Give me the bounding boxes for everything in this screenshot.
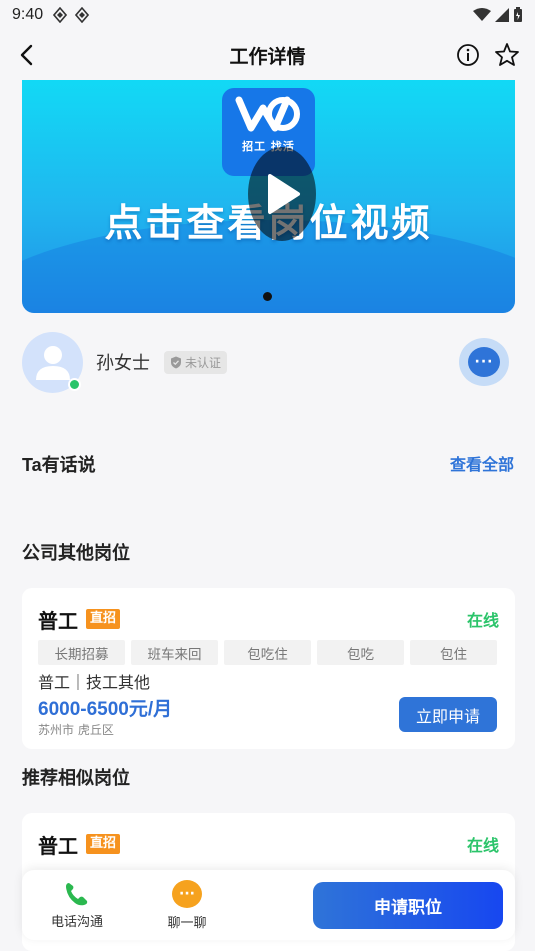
back-button[interactable]: [14, 41, 42, 69]
carousel-indicator: [263, 292, 272, 301]
online-status: 在线: [466, 613, 499, 630]
notification-icon: [75, 7, 90, 23]
company-jobs-title: 公司其他岗位: [22, 543, 130, 563]
favorite-button[interactable]: [493, 41, 521, 69]
job-tag: 包吃住: [224, 640, 311, 665]
job-location: 苏州市 虎丘区: [38, 723, 114, 737]
status-app-icons: [53, 7, 90, 23]
direct-hire-tag: 直招: [86, 609, 121, 629]
phone-icon: [66, 882, 88, 905]
job-tag: 班车来回: [131, 640, 218, 665]
play-button[interactable]: [248, 147, 316, 241]
job-tag: 包住: [410, 640, 497, 665]
chevron-left-icon: [20, 44, 33, 66]
verify-badge: 未认证: [164, 350, 228, 374]
info-icon: [457, 44, 479, 66]
job-title: 普工: [38, 836, 78, 858]
job-tag: 包吃: [317, 640, 404, 665]
job-tag: 长期招募: [38, 640, 125, 665]
ta-says-title: Ta有话说: [22, 455, 96, 475]
job-title: 普工: [38, 611, 78, 633]
avatar[interactable]: [22, 331, 83, 393]
chat-bubble-icon: ···: [172, 879, 202, 908]
job-card[interactable]: 普工 直招 在线 长期招募 班车来回 包吃住 包吃 包住 普工｜技工其他 600…: [22, 588, 515, 749]
wifi-icon: [473, 8, 491, 21]
see-all-link[interactable]: 查看全部: [450, 451, 514, 475]
shield-icon: [171, 356, 181, 368]
message-icon: ···: [468, 347, 500, 377]
phone-contact-label: 电话沟通: [50, 913, 103, 929]
battery-icon: [514, 7, 522, 22]
online-status-dot: [68, 377, 81, 391]
status-bar: 9:40: [0, 0, 535, 30]
chat-button[interactable]: ··· 聊一聊: [132, 879, 242, 931]
top-nav: 工作详情: [0, 32, 535, 78]
user-icon: [35, 346, 70, 380]
logo-mark-icon: [235, 96, 300, 132]
job-video-banner[interactable]: 招工 找活 点击查看岗位视频: [22, 80, 515, 313]
direct-hire-tag: 直招: [86, 834, 121, 854]
job-category: 普工｜技工其他: [38, 675, 151, 692]
job-salary: 6000-6500元/月: [38, 699, 173, 720]
play-circle: [248, 147, 316, 241]
play-icon: [268, 174, 300, 214]
verify-badge-label: 未认证: [185, 355, 222, 370]
notification-icon: [53, 7, 68, 23]
star-icon: [495, 43, 519, 66]
recruiter-row: 孙女士 未认证 ···: [22, 331, 515, 393]
message-button[interactable]: ···: [459, 338, 509, 386]
bottom-action-bar: 电话沟通 ··· 聊一聊 申请职位: [22, 870, 515, 940]
signal-icon: [495, 8, 509, 22]
job-tags: 长期招募 班车来回 包吃住 包吃 包住: [38, 640, 497, 665]
phone-contact-button[interactable]: 电话沟通: [22, 881, 132, 930]
recruiter-name: 孙女士: [96, 353, 150, 373]
apply-now-button[interactable]: 立即申请: [399, 697, 497, 732]
online-status: 在线: [466, 838, 499, 855]
info-button[interactable]: [455, 42, 481, 68]
chat-label: 聊一聊: [167, 914, 207, 930]
similar-jobs-title: 推荐相似岗位: [22, 768, 130, 788]
status-time: 9:40: [12, 6, 44, 23]
apply-job-button[interactable]: 申请职位: [313, 882, 503, 929]
page-title: 工作详情: [229, 46, 306, 68]
